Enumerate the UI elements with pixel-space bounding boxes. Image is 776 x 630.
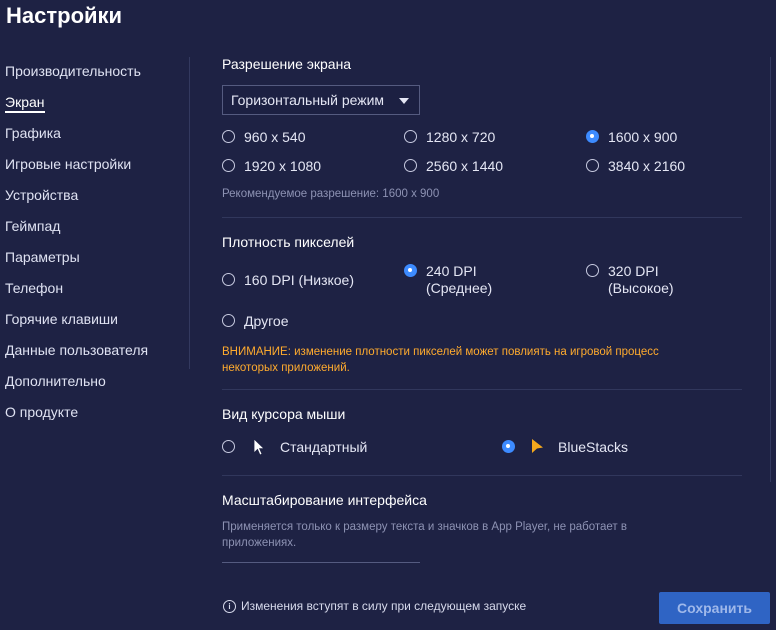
- dpi-option-320[interactable]: 320 DPI (Высокое): [586, 263, 674, 297]
- resolution-option-960x540[interactable]: 960 x 540: [222, 129, 306, 146]
- resolution-option-2560x1440[interactable]: 2560 x 1440: [404, 158, 503, 175]
- orientation-select-value: Горизонтальный режим: [231, 92, 385, 108]
- resolution-option-label: 1920 x 1080: [244, 158, 322, 174]
- sidebar-item-label: Горячие клавиши: [5, 311, 118, 327]
- cursor-option-standard[interactable]: Стандартный: [222, 438, 368, 456]
- sidebar-item-gamepad[interactable]: Геймпад: [5, 211, 185, 242]
- standard-cursor-icon: [253, 438, 265, 456]
- sidebar-item-label: Телефон: [5, 280, 64, 296]
- sidebar-item-hotkeys[interactable]: Горячие клавиши: [5, 304, 185, 335]
- sidebar-item-label: О продукте: [5, 404, 79, 420]
- chevron-down-icon: [399, 98, 409, 104]
- sidebar: Производительность Экран Графика Игровые…: [5, 56, 185, 428]
- restart-note: i Изменения вступят в силу при следующем…: [223, 599, 526, 613]
- radio-icon: [222, 130, 235, 143]
- sidebar-item-phone[interactable]: Телефон: [5, 273, 185, 304]
- radio-selected-icon: [586, 130, 599, 143]
- save-button[interactable]: Сохранить: [659, 592, 770, 624]
- sidebar-item-game-settings[interactable]: Игровые настройки: [5, 149, 185, 180]
- sidebar-item-label: Дополнительно: [5, 373, 106, 389]
- resolution-option-label: 1280 x 720: [426, 129, 496, 145]
- sidebar-item-label: Параметры: [5, 249, 80, 265]
- resolution-option-label: 3840 x 2160: [608, 158, 686, 174]
- sidebar-item-advanced[interactable]: Дополнительно: [5, 366, 185, 397]
- scaling-select[interactable]: [222, 562, 420, 571]
- recommended-resolution: Рекомендуемое разрешение: 1600 x 900: [222, 188, 440, 200]
- dpi-title: Плотность пикселей: [222, 234, 355, 250]
- scaling-title: Масштабирование интерфейса: [222, 492, 427, 508]
- dpi-option-sublabel: (Высокое): [608, 280, 674, 296]
- sidebar-item-parameters[interactable]: Параметры: [5, 242, 185, 273]
- sidebar-item-label: Данные пользователя: [5, 342, 149, 358]
- cursor-title: Вид курсора мыши: [222, 406, 346, 422]
- sidebar-divider: [189, 57, 190, 369]
- sidebar-item-user-data[interactable]: Данные пользователя: [5, 335, 185, 366]
- resolution-option-1280x720[interactable]: 1280 x 720: [404, 129, 495, 146]
- sidebar-item-label: Игровые настройки: [5, 156, 132, 172]
- radio-icon: [404, 130, 417, 143]
- dpi-option-label: 240 DPI: [426, 263, 477, 279]
- radio-icon: [222, 440, 235, 453]
- restart-note-text: Изменения вступят в силу при следующем з…: [241, 599, 527, 613]
- resolution-title: Разрешение экрана: [222, 56, 352, 72]
- sidebar-item-performance[interactable]: Производительность: [5, 56, 185, 87]
- dpi-option-label: 320 DPI: [608, 263, 659, 279]
- settings-content: Разрешение экрана Горизонтальный режим 9…: [222, 0, 742, 630]
- bluestacks-cursor-icon: [532, 439, 543, 453]
- dpi-option-label: Другое: [244, 313, 289, 329]
- radio-icon: [586, 264, 599, 277]
- scaling-hint: Применяется только к размеру текста и зн…: [222, 521, 628, 549]
- radio-icon: [222, 314, 235, 327]
- sidebar-item-display[interactable]: Экран: [5, 87, 185, 118]
- radio-icon: [222, 273, 235, 286]
- scrollbar-track[interactable]: [770, 57, 771, 482]
- cursor-option-label: BlueStacks: [558, 439, 629, 455]
- section-divider: [222, 389, 742, 390]
- dpi-warning: ВНИМАНИЕ: изменение плотности пикселей м…: [222, 346, 659, 374]
- resolution-option-1920x1080[interactable]: 1920 x 1080: [222, 158, 321, 175]
- resolution-option-label: 960 x 540: [244, 129, 306, 145]
- resolution-option-1600x900[interactable]: 1600 x 900: [586, 129, 677, 146]
- radio-icon: [222, 159, 235, 172]
- dpi-option-custom[interactable]: Другое: [222, 313, 288, 330]
- dpi-option-240[interactable]: 240 DPI (Среднее): [404, 263, 492, 297]
- sidebar-item-about[interactable]: О продукте: [5, 397, 185, 428]
- sidebar-item-graphics[interactable]: Графика: [5, 118, 185, 149]
- page-title: Настройки: [6, 3, 123, 28]
- sidebar-item-label: Устройства: [5, 187, 79, 203]
- sidebar-item-label: Производительность: [5, 63, 141, 79]
- info-icon: i: [223, 599, 236, 613]
- section-divider: [222, 217, 742, 218]
- sidebar-item-label: Экран: [5, 94, 45, 113]
- radio-icon: [586, 159, 599, 172]
- resolution-option-label: 1600 x 900: [608, 129, 678, 145]
- section-divider: [222, 475, 742, 476]
- radio-icon: [404, 159, 417, 172]
- dpi-option-sublabel: (Среднее): [426, 280, 493, 296]
- cursor-option-bluestacks[interactable]: BlueStacks: [502, 439, 628, 456]
- orientation-select[interactable]: Горизонтальный режим: [222, 85, 420, 115]
- sidebar-item-label: Геймпад: [5, 218, 61, 234]
- cursor-option-label: Стандартный: [280, 439, 368, 455]
- resolution-option-label: 2560 x 1440: [426, 158, 504, 174]
- dpi-option-160[interactable]: 160 DPI (Низкое): [222, 272, 354, 289]
- sidebar-item-label: Графика: [5, 125, 61, 141]
- sidebar-item-devices[interactable]: Устройства: [5, 180, 185, 211]
- radio-selected-icon: [404, 264, 417, 277]
- radio-selected-icon: [502, 440, 515, 453]
- dpi-option-label: 160 DPI (Низкое): [244, 272, 355, 288]
- resolution-option-3840x2160[interactable]: 3840 x 2160: [586, 158, 685, 175]
